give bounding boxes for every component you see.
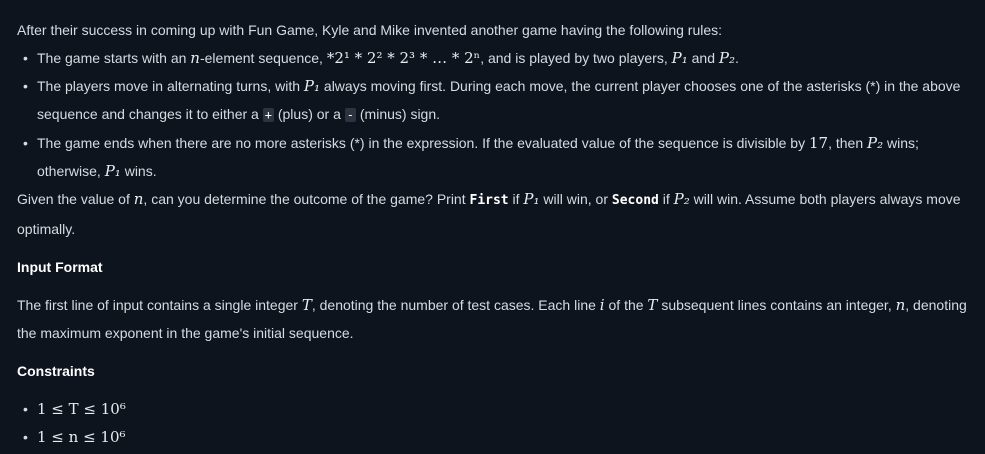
text: subsequent lines contains an integer,: [657, 297, 896, 313]
math-p1: P₁: [523, 190, 540, 208]
input-format-heading: Input Format: [17, 259, 103, 275]
text: (minus) sign.: [356, 106, 441, 122]
plus-sign: +: [262, 108, 274, 122]
text: if: [508, 191, 524, 207]
math-p1: P₁: [303, 77, 321, 95]
text: The first line of input contains a singl…: [17, 297, 302, 313]
math-n: n: [895, 296, 906, 314]
text: , and is played by two players,: [480, 50, 672, 66]
problem-statement: After their success in coming up with Fu…: [0, 0, 985, 451]
math-17: 17: [808, 134, 829, 152]
constraint-item: 1 ≤ T ≤ 10⁶: [23, 395, 968, 423]
math-p2: P₂: [718, 49, 735, 67]
math-p2: P₂: [867, 134, 884, 152]
rule-item-2: The players move in alternating turns, w…: [23, 72, 968, 129]
text: if: [658, 191, 674, 207]
question-text: Given the value of n, can you determine …: [17, 185, 968, 243]
code-second: Second: [611, 193, 659, 208]
constraints-heading: Constraints: [17, 363, 95, 379]
text: of the: [604, 297, 648, 313]
math-constraint: 1 ≤ T ≤ 10⁶: [37, 400, 126, 418]
constraints-list: 1 ≤ T ≤ 10⁶ 1 ≤ n ≤ 10⁶: [17, 395, 968, 451]
text: .: [734, 50, 739, 66]
text: wins.: [120, 163, 157, 179]
math-p2: P₂: [673, 190, 690, 208]
math-constraint: 1 ≤ n ≤ 10⁶: [37, 428, 126, 446]
text: , can you determine the outcome of the g…: [143, 191, 470, 207]
math-T: T: [647, 296, 658, 314]
rule-item-3: The game ends when there are no more ast…: [23, 129, 968, 185]
minus-sign: -: [344, 108, 356, 122]
text: The game ends when there are no more ast…: [37, 135, 809, 151]
constraint-item: 1 ≤ n ≤ 10⁶: [23, 423, 968, 451]
rule-item-1: The game starts with an n-element sequen…: [23, 44, 968, 72]
text: The players move in alternating turns, w…: [37, 78, 304, 94]
rules-list: The game starts with an n-element sequen…: [17, 44, 968, 185]
math-n: n: [133, 190, 144, 208]
math-sequence: *2¹ * 2² * 2³ * … * 2ⁿ: [326, 49, 481, 67]
input-format-text: The first line of input contains a singl…: [17, 291, 968, 347]
text: (plus) or a: [273, 106, 345, 122]
math-p1: P₁: [104, 162, 121, 180]
text: will win, or: [539, 191, 612, 207]
text: and: [687, 50, 719, 66]
code-first: First: [469, 193, 509, 208]
math-n: n: [190, 49, 200, 67]
text: Given the value of: [17, 191, 134, 207]
text: , then: [828, 135, 867, 151]
text: , denoting the number of test cases. Eac…: [311, 297, 600, 313]
text: The game starts with an: [37, 50, 191, 66]
intro-text: After their success in coming up with Fu…: [17, 22, 723, 38]
math-T: T: [301, 296, 312, 314]
text: -element sequence,: [199, 50, 327, 66]
math-p1: P₁: [671, 49, 688, 67]
